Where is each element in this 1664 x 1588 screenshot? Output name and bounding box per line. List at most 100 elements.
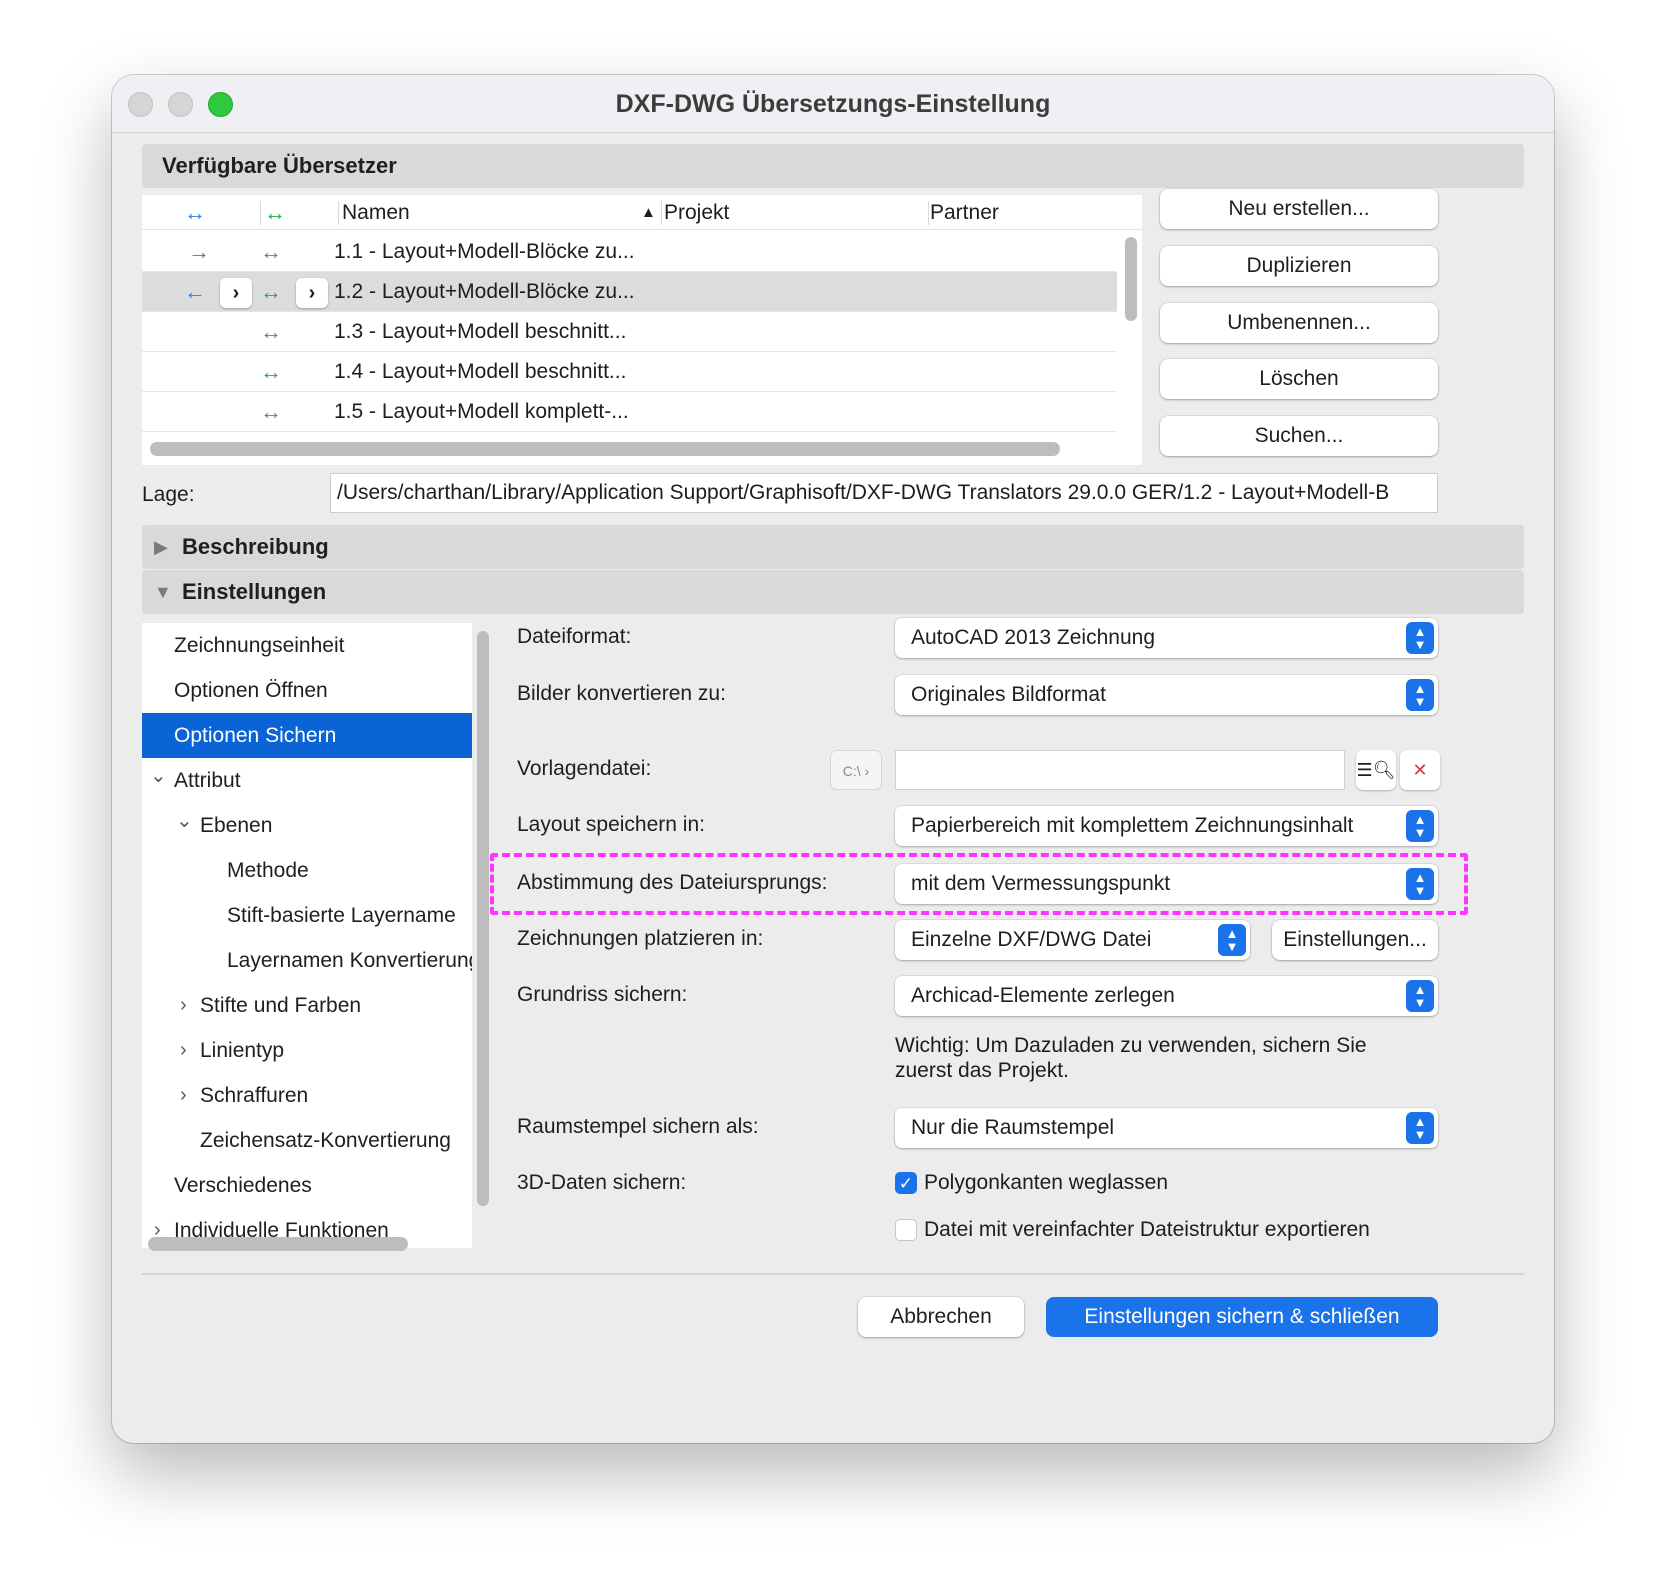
translator-name: 1.4 - Layout+Modell beschnitt... — [334, 360, 627, 383]
column-header-project[interactable]: Projekt — [664, 195, 729, 230]
tree-vertical-scrollbar[interactable] — [477, 631, 489, 1206]
tree-item-method[interactable]: Methode — [142, 848, 472, 893]
settings-tree[interactable]: Zeichnungseinheit Optionen Öffnen Option… — [142, 623, 472, 1248]
up-down-chevron-icon: ▲ ▼ — [1406, 1112, 1434, 1144]
tree-item-label: Stift-basierte Layername — [227, 904, 456, 927]
translator-row[interactable]: ↔ 1.5 - Layout+Modell komplett-... — [142, 392, 1117, 432]
tree-item-miscellaneous[interactable]: Verschiedenes — [142, 1163, 472, 1208]
section-label: Verfügbare Übersetzer — [162, 153, 397, 178]
save-and-close-button[interactable]: Einstellungen sichern & schließen — [1046, 1297, 1438, 1337]
column-header-names[interactable]: Namen — [342, 195, 410, 230]
tree-item-layers[interactable]: ⌄ Ebenen — [142, 803, 472, 848]
tree-item-label: Verschiedenes — [174, 1174, 312, 1197]
popup-value: Einzelne DXF/DWG Datei — [911, 928, 1152, 951]
path-icon-label: C:\ — [842, 763, 861, 779]
popup-value: Nur die Raumstempel — [911, 1116, 1115, 1139]
translator-row-selected[interactable]: ← › ↔ › 1.2 - Layout+Modell-Blöcke zu... — [142, 272, 1117, 312]
sort-ascending-icon: ▲ — [641, 204, 656, 221]
chevron-right-icon[interactable]: › — [180, 983, 187, 1028]
file-format-popup[interactable]: AutoCAD 2013 Zeichnung ▲ ▼ — [895, 618, 1438, 658]
translator-list[interactable]: ↔ ↔ Namen ▲ Projekt Partner → ↔ 1.1 - La… — [142, 195, 1142, 465]
omit-polygon-edges-checkbox[interactable]: ✓ — [895, 1172, 917, 1194]
delete-button[interactable]: Löschen — [1160, 359, 1438, 399]
template-file-field[interactable] — [895, 750, 1345, 790]
tree-item-pens-and-colors[interactable]: › Stifte und Farben — [142, 983, 472, 1028]
omit-polygon-edges-label: Polygonkanten weglassen — [924, 1171, 1169, 1194]
browse-file-icon[interactable]: ☰🔍︎ — [1356, 750, 1396, 790]
window-title: DXF-DWG Übersetzungs-Einstellung — [615, 90, 1051, 118]
chevron-down-icon[interactable]: ⌄ — [176, 803, 193, 844]
settings-section-header[interactable]: ▼ Einstellungen — [142, 570, 1524, 614]
save-3d-label: 3D-Daten sichern: — [517, 1171, 687, 1194]
tree-item-drawing-unit[interactable]: Zeichnungseinheit — [142, 623, 472, 668]
save-plan-popup[interactable]: Archicad-Elemente zerlegen ▲ ▼ — [895, 976, 1438, 1016]
file-format-label: Dateiformat: — [517, 625, 632, 648]
place-drawings-settings-button[interactable]: Einstellungen... — [1272, 920, 1438, 960]
chevron-right-icon[interactable]: › — [180, 1073, 187, 1118]
bidirectional-arrow-icon: ↔ — [184, 200, 206, 225]
template-file-label: Vorlagendatei: — [517, 757, 652, 780]
chevron-right-icon[interactable]: › — [296, 278, 328, 308]
tree-item-label: Linientyp — [200, 1039, 285, 1062]
new-translator-button[interactable]: Neu erstellen... — [1160, 189, 1438, 229]
tree-item-layername-conversion[interactable]: Layernamen Konvertierung — [142, 938, 472, 983]
tree-item-label: Zeichensatz-Konvertierung — [200, 1129, 451, 1152]
highlight-annotation — [490, 853, 1468, 915]
tree-horizontal-scrollbar[interactable] — [148, 1237, 408, 1251]
convert-images-label: Bilder konvertieren zu: — [517, 682, 726, 705]
tree-item-pen-based-layername[interactable]: Stift-basierte Layername — [142, 893, 472, 938]
chevron-down-icon[interactable]: ⌄ — [150, 758, 167, 799]
dialog-window: DXF-DWG Übersetzungs-Einstellung Verfügb… — [112, 75, 1554, 1443]
column-header-partner[interactable]: Partner — [930, 195, 999, 230]
translator-row[interactable]: ↔ 1.3 - Layout+Modell beschnitt... — [142, 312, 1117, 352]
place-drawings-label: Zeichnungen platzieren in: — [517, 927, 764, 950]
location-path-field[interactable]: /Users/charthan/Library/Application Supp… — [330, 473, 1438, 513]
cancel-button[interactable]: Abbrechen — [858, 1297, 1024, 1337]
place-drawings-popup[interactable]: Einzelne DXF/DWG Datei ▲ ▼ — [895, 920, 1250, 960]
save-layout-popup[interactable]: Papierbereich mit komplettem Zeichnungsi… — [895, 806, 1438, 846]
tree-item-save-options[interactable]: Optionen Sichern — [142, 713, 472, 758]
tree-item-attribute[interactable]: ⌄ Attribut — [142, 758, 472, 803]
list-vertical-scrollbar[interactable] — [1125, 237, 1137, 321]
popup-value: Originales Bildformat — [911, 683, 1106, 706]
disclosure-triangle-down-icon[interactable]: ▼ — [154, 570, 172, 614]
chevron-right-icon[interactable]: › — [180, 1028, 187, 1073]
simplified-structure-checkbox[interactable] — [895, 1219, 917, 1241]
chevron-right-icon[interactable]: › — [220, 278, 252, 308]
bidirectional-arrow-icon: ↔ — [260, 319, 282, 344]
save-plan-label: Grundriss sichern: — [517, 983, 688, 1006]
tree-item-label: Ebenen — [200, 814, 273, 837]
tree-item-label: Attribut — [174, 769, 241, 792]
duplicate-button[interactable]: Duplizieren — [1160, 246, 1438, 286]
tree-item-label: Schraffuren — [200, 1084, 309, 1107]
bidirectional-arrow-icon: ↔ — [260, 399, 282, 424]
import-arrow-icon: ← — [184, 279, 206, 304]
description-section-header[interactable]: ▶ Beschreibung — [142, 525, 1524, 569]
convert-images-popup[interactable]: Originales Bildformat ▲ ▼ — [895, 675, 1438, 715]
translator-row[interactable]: → ↔ 1.1 - Layout+Modell-Blöcke zu... — [142, 232, 1117, 272]
popup-value: Archicad-Elemente zerlegen — [911, 984, 1175, 1007]
footer-divider — [142, 1273, 1524, 1275]
folder-path-icon[interactable]: C:\ › — [830, 750, 882, 790]
translator-list-header: ↔ ↔ Namen ▲ Projekt Partner — [142, 195, 1142, 230]
zone-stamp-popup[interactable]: Nur die Raumstempel ▲ ▼ — [895, 1108, 1438, 1148]
tree-item-linetype[interactable]: › Linientyp — [142, 1028, 472, 1073]
tree-item-open-options[interactable]: Optionen Öffnen — [142, 668, 472, 713]
tree-item-hatches[interactable]: › Schraffuren — [142, 1073, 472, 1118]
location-label: Lage: — [142, 483, 195, 506]
search-button[interactable]: Suchen... — [1160, 416, 1438, 456]
clear-file-icon[interactable]: ✕ — [1400, 750, 1440, 790]
tree-item-label: Stifte und Farben — [200, 994, 362, 1017]
tree-item-label: Layernamen Konvertierung — [227, 949, 472, 972]
disclosure-triangle-right-icon[interactable]: ▶ — [154, 525, 168, 569]
rename-button[interactable]: Umbenennen... — [1160, 303, 1438, 343]
list-horizontal-scrollbar[interactable] — [150, 442, 1060, 456]
bidirectional-arrow-icon: ↔ — [260, 239, 282, 264]
save-layout-label: Layout speichern in: — [517, 813, 705, 836]
tree-item-label: Zeichnungseinheit — [174, 634, 345, 657]
translator-row[interactable]: ↔ 1.4 - Layout+Modell beschnitt... — [142, 352, 1117, 392]
up-down-chevron-icon: ▲ ▼ — [1218, 924, 1246, 956]
translator-name: 1.2 - Layout+Modell-Blöcke zu... — [334, 280, 635, 303]
tree-item-label: Methode — [227, 859, 309, 882]
tree-item-charset-conversion[interactable]: Zeichensatz-Konvertierung — [142, 1118, 472, 1163]
